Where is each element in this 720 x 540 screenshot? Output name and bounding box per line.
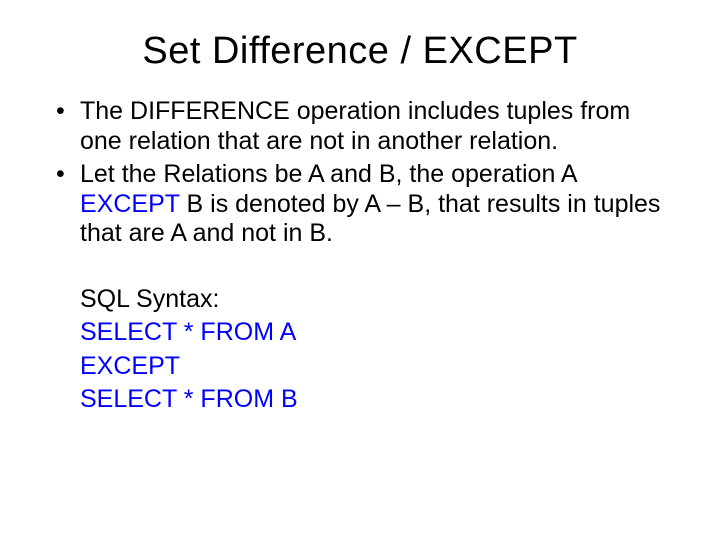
bullet-2-pre: Let the Relations be A and B, the operat…: [80, 160, 576, 188]
slide-title: Set Difference / EXCEPT: [40, 30, 680, 73]
spacer-row: [50, 253, 670, 281]
bullet-2: Let the Relations be A and B, the operat…: [50, 160, 670, 249]
sql-line-1: SELECT * FROM A: [80, 318, 296, 346]
bullet-1-text: The DIFFERENCE operation includes tuples…: [80, 97, 630, 155]
slide: Set Difference / EXCEPT The DIFFERENCE o…: [0, 0, 720, 540]
slide-body: The DIFFERENCE operation includes tuples…: [40, 97, 680, 415]
sql-line-2-row: EXCEPT: [50, 352, 670, 382]
sql-line-3: SELECT * FROM B: [80, 385, 298, 413]
sql-line-2: EXCEPT: [80, 352, 180, 380]
sql-label: SQL Syntax:: [80, 285, 219, 313]
sql-line-1-row: SELECT * FROM A: [50, 318, 670, 348]
except-keyword: EXCEPT: [80, 190, 180, 218]
sql-label-row: SQL Syntax:: [50, 285, 670, 315]
sql-line-3-row: SELECT * FROM B: [50, 385, 670, 415]
bullet-1: The DIFFERENCE operation includes tuples…: [50, 97, 670, 156]
